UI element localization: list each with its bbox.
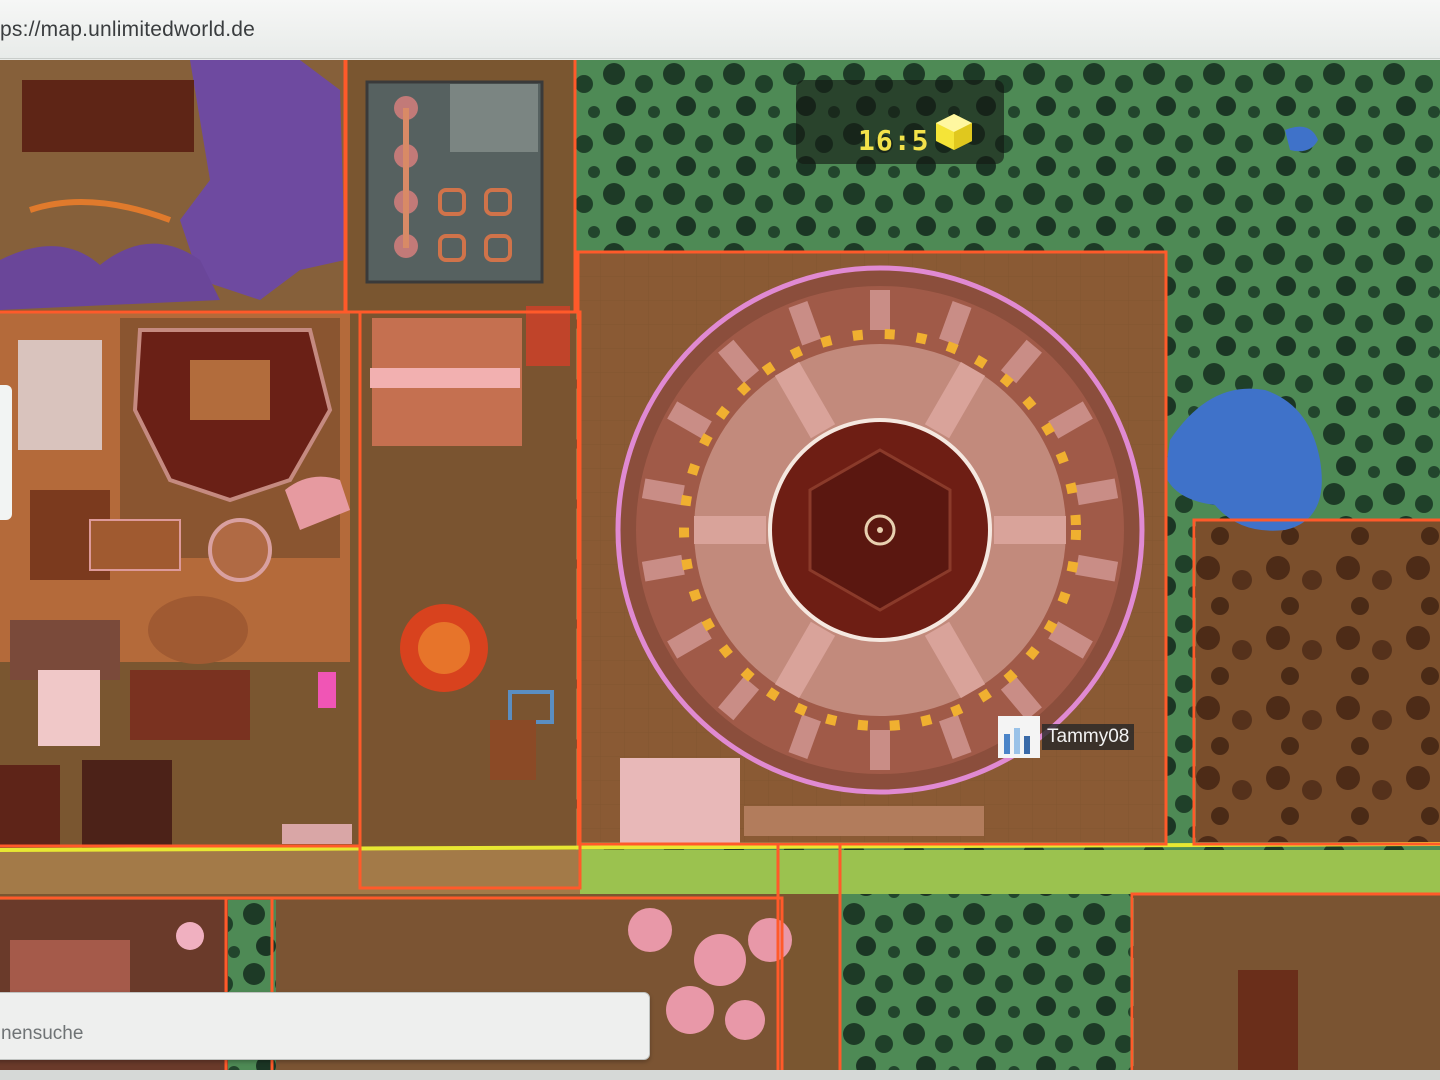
arena	[615, 265, 1145, 795]
url-text[interactable]: ps://map.unlimitedworld.de	[0, 18, 255, 42]
player-avatar-icon[interactable]	[998, 716, 1040, 758]
clock-time: 16:5	[858, 124, 930, 157]
map-canvas[interactable]	[0, 60, 1440, 1070]
pink-building	[620, 758, 740, 844]
clock-widget: 16:5	[796, 80, 1004, 164]
player-marker[interactable]: Tammy08	[998, 716, 1135, 758]
bottom-edge	[0, 1070, 1440, 1080]
dynmap-viewport[interactable]	[0, 60, 1440, 1070]
search-placeholder[interactable]: nensuche	[1, 1023, 83, 1045]
player-search-box[interactable]: nensuche	[0, 992, 650, 1060]
browser-address-bar[interactable]: ps://map.unlimitedworld.de	[0, 0, 1440, 59]
terrain-forest-south	[840, 890, 1140, 1070]
terrain-dirt-forest	[1196, 520, 1440, 842]
sun-icon	[936, 114, 972, 150]
player-name[interactable]: Tammy08	[1042, 724, 1135, 750]
sidebar-handle[interactable]	[0, 385, 12, 520]
